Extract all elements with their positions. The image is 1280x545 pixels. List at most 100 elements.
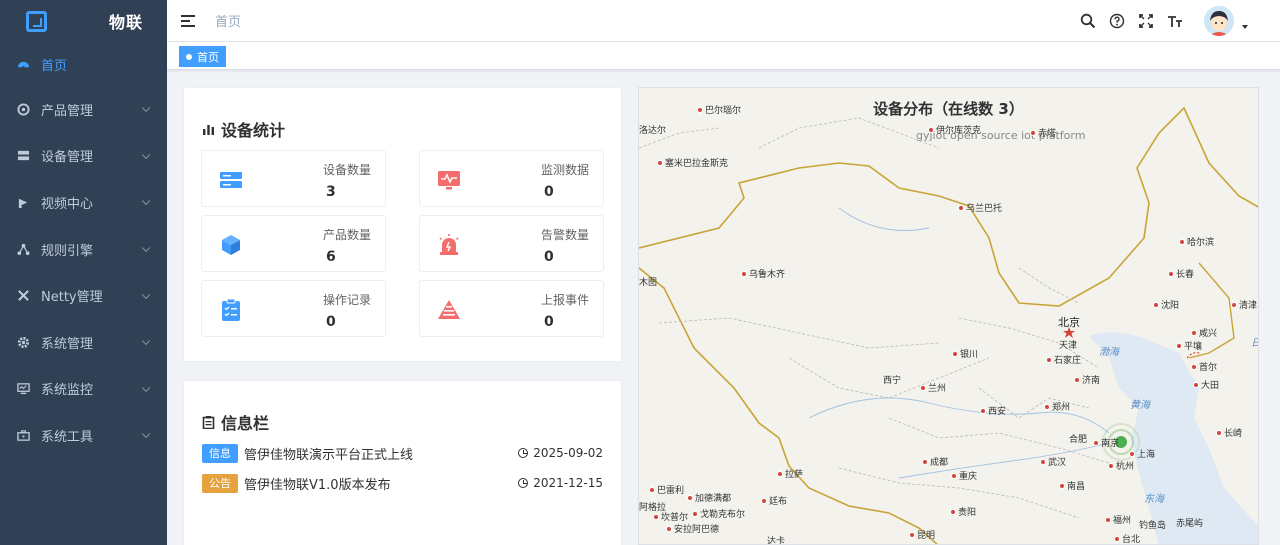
notice-row[interactable]: 信息 管伊佳物联演示平台正式上线 2025-09-02 xyxy=(202,442,603,464)
video-icon xyxy=(16,195,30,209)
notice-row[interactable]: 公告 管伊佳物联V1.0版本发布 2021-12-15 xyxy=(202,472,603,494)
map-city: 安拉阿巴德 xyxy=(666,522,719,535)
map-city: 台北 xyxy=(1114,532,1140,544)
sidebar-item-monitor[interactable]: 系统监控 xyxy=(0,366,167,413)
logo[interactable]: 物联 xyxy=(0,0,167,42)
device-icon xyxy=(16,149,30,163)
map-city: 乌兰巴托 xyxy=(958,201,1002,214)
sidebar-item-device[interactable]: 设备管理 xyxy=(0,133,167,180)
stat-value: 0 xyxy=(544,314,554,330)
clock-icon xyxy=(518,478,529,488)
stat-label: 产品数量 xyxy=(322,228,371,242)
stat-operation-log[interactable]: 操作记录 0 xyxy=(201,280,386,337)
netty-icon xyxy=(16,289,30,303)
stat-report-events[interactable]: 上报事件 0 xyxy=(419,280,604,337)
stat-value: 3 xyxy=(326,184,336,200)
map-city: 南昌 xyxy=(1059,479,1085,492)
avatar[interactable] xyxy=(1204,6,1234,36)
sidebar: 物联 首页 产品管理 设备管理 视频中心 规则引擎 Netty管理 系统管理 系… xyxy=(0,0,167,545)
chevron-down-icon xyxy=(141,290,151,299)
stat-alarm-count[interactable]: 告警数量 0 xyxy=(419,215,604,272)
sidebar-item-label: 首页 xyxy=(41,58,68,74)
clipboard-icon xyxy=(222,298,240,321)
notice-badge-announcement: 公告 xyxy=(202,473,238,493)
map-city: 巴雷利 xyxy=(649,483,684,496)
map-city: 戈勒克布尔 xyxy=(692,507,745,520)
stat-product-count[interactable]: 产品数量 6 xyxy=(201,215,386,272)
sidebar-item-home[interactable]: 首页 xyxy=(0,42,167,86)
brand-title: 物联 xyxy=(109,13,144,32)
map-city: 天津 xyxy=(1059,341,1078,351)
notice-text[interactable]: 管伊佳物联演示平台正式上线 xyxy=(244,444,518,463)
notice-badge-info: 信息 xyxy=(202,443,238,463)
sidebar-item-system[interactable]: 系统管理 xyxy=(0,319,167,366)
font-size-icon[interactable] xyxy=(1166,12,1184,30)
map-sea-label: 黄海 xyxy=(1130,400,1150,411)
map-city: 重庆 xyxy=(951,469,977,482)
notice-date-text: 2021-12-15 xyxy=(533,476,603,490)
map-city: 成都 xyxy=(922,455,948,468)
map-city: 济南 xyxy=(1074,373,1100,386)
map-city: 塞米巴拉金斯克 xyxy=(657,156,728,169)
map-city: 伊尔库茨克 xyxy=(928,123,981,136)
map-city: 赤尾屿 xyxy=(1176,519,1204,529)
map-city: 杭州 xyxy=(1108,459,1134,472)
notice-title-text: 信息栏 xyxy=(221,414,270,433)
rule-icon xyxy=(16,242,30,256)
stat-label: 操作记录 xyxy=(322,293,371,307)
map-city: 哈尔滨 xyxy=(1179,235,1214,248)
chevron-down-icon xyxy=(141,336,151,346)
chevron-down-icon xyxy=(141,243,151,253)
clipboard-list-icon xyxy=(202,415,215,429)
hamburger-icon[interactable] xyxy=(181,14,195,27)
map-city: 西宁 xyxy=(883,376,902,386)
caret-down-icon[interactable] xyxy=(1242,25,1248,29)
notice-card: 信息栏 信息 管伊佳物联演示平台正式上线 2025-09-02 公告 管伊佳物联… xyxy=(183,380,622,545)
tags-view: 首页 xyxy=(167,42,1280,70)
map-city: 木图 xyxy=(639,278,658,288)
map-city: 合肥 xyxy=(1069,435,1088,445)
notice-text[interactable]: 管伊佳物联V1.0版本发布 xyxy=(244,474,518,493)
map-city: 福州 xyxy=(1105,513,1131,526)
stat-label: 告警数量 xyxy=(540,228,589,242)
sidebar-item-rules[interactable]: 规则引擎 xyxy=(0,226,167,273)
map-city: 昆明 xyxy=(909,528,935,541)
stat-device-count[interactable]: 设备数量 3 xyxy=(201,150,386,207)
sidebar-item-label: 系统监控 xyxy=(41,383,94,399)
tag-home[interactable]: 首页 xyxy=(179,46,226,67)
map-city: 赤塔 xyxy=(1030,126,1056,139)
map-city: 银川 xyxy=(952,347,978,360)
map-city: 洛达尔 xyxy=(639,126,667,136)
map-city: 乌鲁木齐 xyxy=(741,267,785,280)
map-city: 拉萨 xyxy=(777,467,803,480)
tag-label: 首页 xyxy=(197,50,219,64)
breadcrumb[interactable]: 首页 xyxy=(215,11,241,30)
bar-chart-icon xyxy=(203,124,214,135)
sidebar-menu: 首页 产品管理 设备管理 视频中心 规则引擎 Netty管理 系统管理 系统监控… xyxy=(0,42,167,459)
sidebar-item-tools[interactable]: 系统工具 xyxy=(0,412,167,459)
sidebar-item-product[interactable]: 产品管理 xyxy=(0,86,167,133)
fullscreen-icon[interactable] xyxy=(1137,12,1155,30)
chevron-down-icon xyxy=(141,103,151,113)
map-city: 武汉 xyxy=(1040,455,1066,468)
device-distribution-map[interactable]: 设备分布（在线数 3） gyjiot open source iot platf… xyxy=(638,87,1259,545)
help-icon[interactable] xyxy=(1108,12,1126,30)
sidebar-item-label: 视频中心 xyxy=(41,196,94,212)
stat-label: 上报事件 xyxy=(540,293,589,307)
sidebar-item-label: Netty管理 xyxy=(41,290,103,306)
search-icon[interactable] xyxy=(1079,12,1097,30)
device-stats-card: 设备统计 设备数量 3 监测数据 0 产品数量 6 告警数量 0 操作记录 0 … xyxy=(183,87,622,362)
sidebar-item-label: 规则引擎 xyxy=(41,243,94,259)
map-sea-label: 东海 xyxy=(1144,494,1164,505)
notice-date: 2025-09-02 xyxy=(518,446,603,460)
map-city: 沈阳 xyxy=(1153,298,1179,311)
sidebar-item-netty[interactable]: Netty管理 xyxy=(0,272,167,319)
map-sea-label: 日 xyxy=(1251,334,1258,349)
dashboard-icon xyxy=(16,57,30,71)
sidebar-item-label: 系统工具 xyxy=(41,429,94,445)
stats-title: 设备统计 xyxy=(202,117,285,141)
map-city: 加德满都 xyxy=(687,491,731,504)
stat-monitor-data[interactable]: 监测数据 0 xyxy=(419,150,604,207)
sidebar-item-video[interactable]: 视频中心 xyxy=(0,179,167,226)
clock-icon xyxy=(518,448,529,458)
